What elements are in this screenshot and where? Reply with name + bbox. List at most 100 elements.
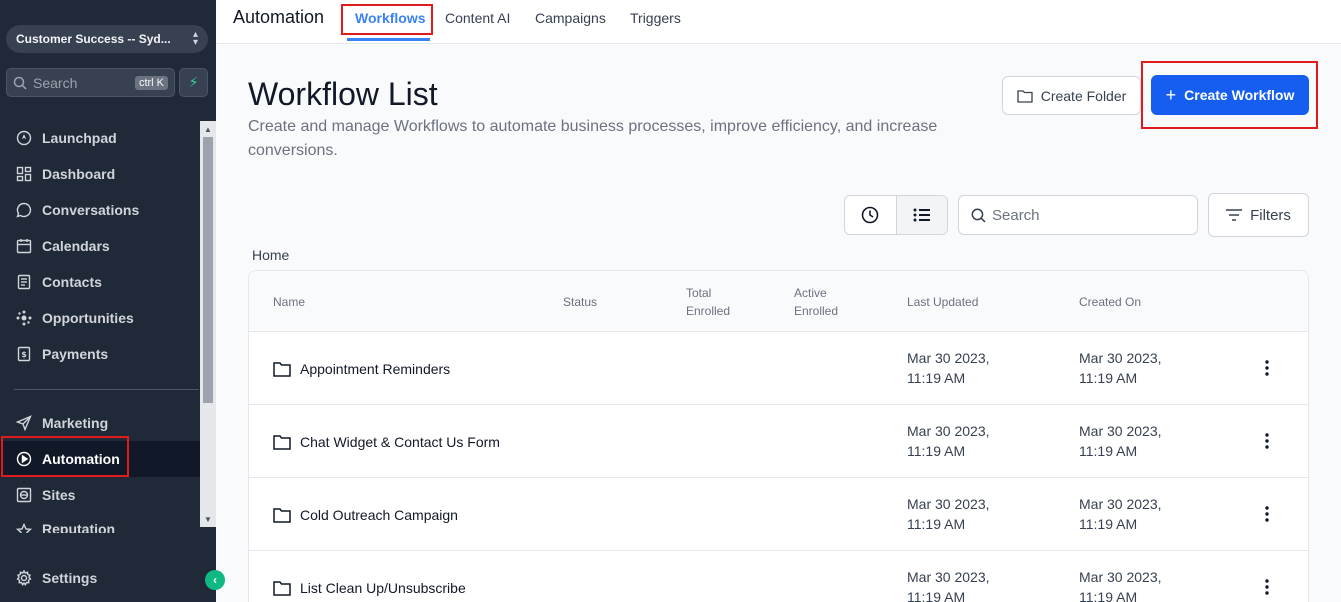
folder-icon xyxy=(273,361,291,377)
search-icon xyxy=(13,76,27,90)
sidebar-item-dashboard[interactable]: Dashboard xyxy=(0,156,200,192)
row-menu-button[interactable] xyxy=(1257,575,1277,599)
sidebar-item-conversations[interactable]: Conversations xyxy=(0,192,200,228)
column-header-total-enrolled[interactable]: Total Enrolled xyxy=(686,271,730,332)
folder-icon xyxy=(273,507,291,523)
workflow-name[interactable]: Cold Outreach Campaign xyxy=(300,507,458,523)
receipt-icon: $ xyxy=(14,344,34,364)
date-text: Mar 30 2023, xyxy=(1079,350,1162,366)
list-view-button[interactable] xyxy=(895,196,947,234)
svg-text:$: $ xyxy=(21,350,27,359)
sidebar-item-settings[interactable]: Settings xyxy=(0,560,216,596)
time-text: 11:19 AM xyxy=(1079,589,1138,602)
column-header-name[interactable]: Name xyxy=(273,271,305,332)
table-row[interactable]: Cold Outreach Campaign Mar 30 2023, 11:19… xyxy=(249,478,1308,551)
column-header-text: Enrolled xyxy=(686,303,731,318)
create-workflow-button[interactable]: + Create Workflow xyxy=(1151,75,1309,115)
breadcrumb[interactable]: Home xyxy=(252,247,289,263)
sidebar-item-label: Calendars xyxy=(42,238,110,254)
row-menu-button[interactable] xyxy=(1257,502,1277,526)
sidebar-item-marketing[interactable]: Marketing xyxy=(0,405,200,441)
quick-actions-button[interactable]: ⚡ xyxy=(179,68,208,97)
row-menu-button[interactable] xyxy=(1257,429,1277,453)
create-folder-label: Create Folder xyxy=(1040,87,1127,104)
sidebar-search-input[interactable]: Search ctrl K xyxy=(6,68,175,97)
sidebar-item-automation[interactable]: Automation xyxy=(0,441,200,477)
time-text: 11:19 AM xyxy=(1079,443,1138,459)
account-name: Customer Success -- Syd... xyxy=(16,32,171,46)
contacts-icon xyxy=(14,272,34,292)
filter-icon xyxy=(1226,209,1243,221)
page-description: Create and manage Workflows to automate … xyxy=(248,118,938,159)
filters-button[interactable]: Filters xyxy=(1208,193,1309,237)
sidebar: Customer Success -- Syd... ▴ ▾ Search ctr… xyxy=(0,0,216,602)
kebab-menu-icon xyxy=(1265,360,1269,376)
sidebar-item-reputation[interactable]: Reputation xyxy=(0,513,200,533)
section-title: Automation xyxy=(233,7,325,27)
table-row[interactable]: Chat Widget & Contact Us Form Mar 30 202… xyxy=(249,405,1308,478)
sidebar-item-label: Sites xyxy=(42,487,76,503)
sidebar-scrollbar[interactable]: ▲ ▼ xyxy=(200,121,216,527)
chat-icon xyxy=(14,200,34,220)
workflow-name[interactable]: Appointment Reminders xyxy=(300,361,450,377)
date-text: Mar 30 2023, xyxy=(907,569,990,585)
column-header-status[interactable]: Status xyxy=(563,271,597,332)
folder-icon xyxy=(1017,89,1033,103)
sidebar-nav-secondary: Marketing Automation Sites Reputation xyxy=(0,405,200,533)
kebab-menu-icon xyxy=(1265,433,1269,449)
sidebar-divider xyxy=(14,389,199,390)
date-text: Mar 30 2023, xyxy=(1079,496,1162,512)
table-row[interactable]: List Clean Up/Unsubscribe Mar 30 2023, 11… xyxy=(249,551,1308,602)
sidebar-item-label: Automation xyxy=(42,451,120,467)
created-on-cell: Mar 30 2023, 11:19 AM xyxy=(1079,348,1162,388)
tab-content-ai[interactable]: Content AI xyxy=(445,10,510,26)
chevron-updown-icon: ▴ ▾ xyxy=(192,29,198,48)
sidebar-item-label: Opportunities xyxy=(42,310,134,326)
time-text: 11:19 AM xyxy=(1079,370,1138,386)
scrollbar-thumb[interactable] xyxy=(203,137,213,403)
sidebar-item-label: Contacts xyxy=(42,274,102,290)
sidebar-item-sites[interactable]: Sites xyxy=(0,477,200,513)
account-switcher[interactable]: Customer Success -- Syd... ▴ ▾ xyxy=(6,25,208,53)
created-on-cell: Mar 30 2023, 11:19 AM xyxy=(1079,421,1162,461)
sidebar-item-launchpad[interactable]: Launchpad xyxy=(0,120,200,156)
create-folder-button[interactable]: Create Folder xyxy=(1002,76,1141,115)
star-icon xyxy=(14,521,34,533)
column-header-last-updated[interactable]: Last Updated xyxy=(907,271,978,332)
time-text: 11:19 AM xyxy=(907,516,966,532)
time-text: 11:19 AM xyxy=(907,370,966,386)
workflow-name[interactable]: Chat Widget & Contact Us Form xyxy=(300,434,500,450)
active-tab-indicator xyxy=(347,38,430,41)
top-navigation: Automation Workflows Content AI Campaign… xyxy=(216,0,1341,44)
sidebar-item-calendars[interactable]: Calendars xyxy=(0,228,200,264)
sidebar-item-label: Reputation xyxy=(42,521,116,533)
table-row[interactable]: Appointment Reminders Mar 30 2023, 11:19 … xyxy=(249,332,1308,405)
play-circle-icon xyxy=(14,449,34,469)
recent-view-button[interactable] xyxy=(845,196,896,234)
scroll-up-arrow-icon[interactable]: ▲ xyxy=(200,121,216,137)
column-header-active-enrolled[interactable]: Active Enrolled xyxy=(794,271,838,332)
workflow-search-input[interactable]: Search xyxy=(958,195,1198,235)
sidebar-item-payments[interactable]: $ Payments xyxy=(0,336,200,372)
created-on-cell: Mar 30 2023, 11:19 AM xyxy=(1079,567,1162,602)
tab-triggers[interactable]: Triggers xyxy=(630,10,681,26)
kebab-menu-icon xyxy=(1265,506,1269,522)
date-text: Mar 30 2023, xyxy=(907,423,990,439)
time-text: 11:19 AM xyxy=(907,589,966,602)
workflow-name[interactable]: List Clean Up/Unsubscribe xyxy=(300,580,466,596)
row-menu-button[interactable] xyxy=(1257,356,1277,380)
folder-icon xyxy=(273,580,291,596)
column-header-text: Enrolled xyxy=(794,303,839,318)
sidebar-item-contacts[interactable]: Contacts xyxy=(0,264,200,300)
collapse-sidebar-button[interactable]: ‹ xyxy=(205,570,225,590)
view-toggle xyxy=(844,195,948,235)
column-header-text: Total xyxy=(686,285,712,300)
search-shortcut-badge: ctrl K xyxy=(134,75,168,90)
column-header-created-on[interactable]: Created On xyxy=(1079,271,1141,332)
created-on-cell: Mar 30 2023, 11:19 AM xyxy=(1079,494,1162,534)
tab-workflows[interactable]: Workflows xyxy=(355,10,426,26)
sidebar-item-opportunities[interactable]: Opportunities xyxy=(0,300,200,336)
scroll-down-arrow-icon[interactable]: ▼ xyxy=(200,511,216,527)
workflow-search-placeholder: Search xyxy=(992,206,1040,224)
tab-campaigns[interactable]: Campaigns xyxy=(535,10,606,26)
